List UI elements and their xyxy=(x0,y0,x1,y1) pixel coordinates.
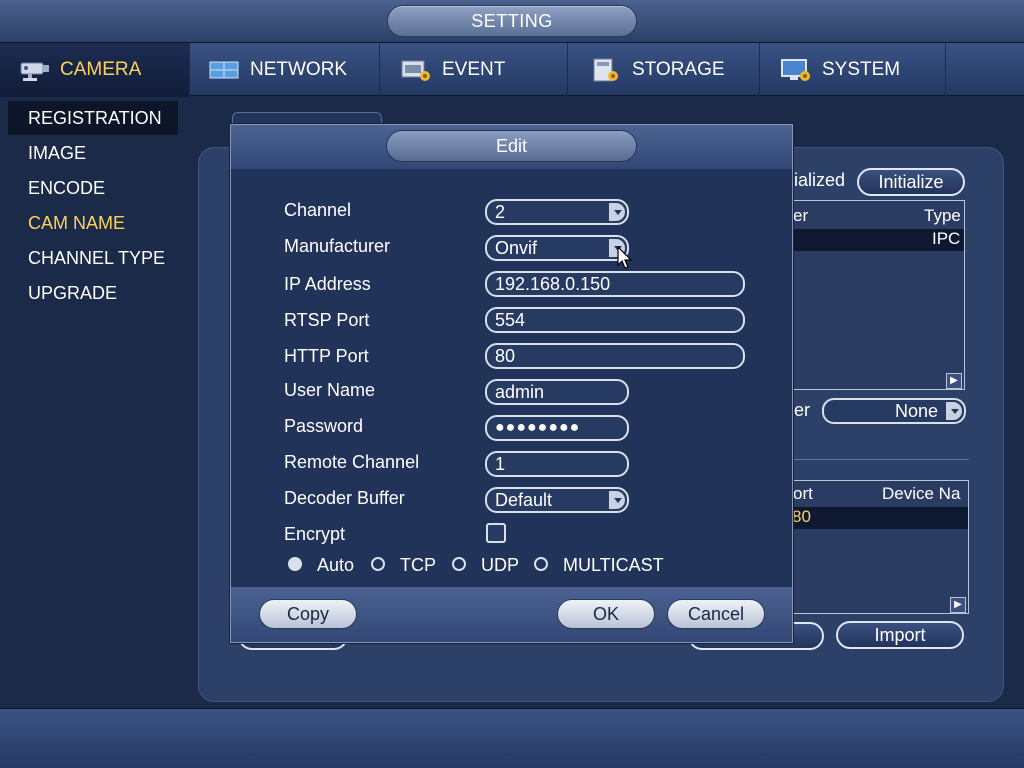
tab-camera-label: CAMERA xyxy=(60,59,142,80)
added-list-col-device: Device Na xyxy=(882,484,961,503)
chevron-down-icon xyxy=(946,402,962,420)
tab-network-label: NETWORK xyxy=(250,59,348,80)
initialized-status-text: ialized xyxy=(794,170,846,190)
manufacturer-label: Manufacturer xyxy=(284,236,391,256)
sidebar-item-channel-type[interactable]: CHANNEL TYPE xyxy=(8,241,178,275)
radio-auto-label: Auto xyxy=(317,555,355,575)
added-device-list: ort Device Na 80 ▶ xyxy=(792,480,969,614)
edit-dialog: Edit Channel 2 Manufacturer Onvif IP Add… xyxy=(230,124,793,643)
table-row[interactable]: 80 xyxy=(792,507,968,529)
sidebar-item-upgrade[interactable]: UPGRADE xyxy=(8,276,178,310)
camera-icon xyxy=(18,57,50,83)
device-list-row-type: IPC xyxy=(932,229,961,248)
radio-udp[interactable] xyxy=(452,557,466,571)
remote-channel-input[interactable] xyxy=(485,451,629,477)
divider xyxy=(793,459,969,460)
device-list-col-partial: er xyxy=(793,206,809,225)
top-title-bar: SETTING xyxy=(0,0,1024,42)
rtsp-port-label: RTSP Port xyxy=(284,310,370,330)
channel-label: Channel xyxy=(284,200,352,220)
table-row[interactable]: IPC xyxy=(794,229,964,251)
page-title: SETTING xyxy=(387,5,637,37)
radio-udp-label: UDP xyxy=(481,555,520,575)
dialog-header: Edit xyxy=(231,125,792,169)
password-mask: ●●●●●●●● xyxy=(495,419,581,436)
storage-icon xyxy=(590,57,622,83)
user-name-label: User Name xyxy=(284,380,376,400)
bottom-bar xyxy=(0,708,1024,768)
scroll-right-icon[interactable]: ▶ xyxy=(950,597,966,613)
radio-multicast[interactable] xyxy=(534,557,548,571)
decoder-buffer-label: Decoder Buffer xyxy=(284,488,405,508)
manufacturer-select-value: Onvif xyxy=(495,238,538,258)
http-port-input[interactable] xyxy=(485,343,745,369)
tab-storage-label: STORAGE xyxy=(632,59,725,80)
cancel-button[interactable]: Cancel xyxy=(667,599,765,629)
ip-address-input[interactable] xyxy=(485,271,745,297)
added-list-row-port: 80 xyxy=(792,507,811,526)
dialog-title: Edit xyxy=(386,130,637,162)
decoder-buffer-select[interactable]: Default xyxy=(485,487,629,513)
dvr-setting-screen: SETTING CAMERA NETWORK EVENT STORAGE SYS… xyxy=(0,0,1024,768)
encrypt-checkbox[interactable] xyxy=(486,523,506,543)
tab-network[interactable]: NETWORK xyxy=(190,43,380,97)
filter-select-value: None xyxy=(894,401,938,421)
chevron-down-icon xyxy=(609,203,625,221)
rtsp-port-input[interactable] xyxy=(485,307,745,333)
mouse-pointer-icon xyxy=(617,246,633,269)
channel-select-value: 2 xyxy=(495,202,506,222)
tab-event-label: EVENT xyxy=(442,59,506,80)
radio-auto[interactable] xyxy=(288,557,302,571)
event-icon xyxy=(400,57,432,83)
sidebar-item-encode[interactable]: ENCODE xyxy=(8,171,178,205)
sidebar: REGISTRATION IMAGE ENCODE CAM NAME CHANN… xyxy=(0,97,190,707)
tab-event[interactable]: EVENT xyxy=(380,43,568,97)
ok-button[interactable]: OK xyxy=(557,599,655,629)
import-button[interactable]: Import xyxy=(836,621,964,649)
remote-channel-label: Remote Channel xyxy=(284,452,420,472)
network-icon xyxy=(208,57,240,83)
scroll-right-icon[interactable]: ▶ xyxy=(946,373,962,389)
tab-storage[interactable]: STORAGE xyxy=(568,43,760,97)
initialize-button[interactable]: Initialize xyxy=(857,168,965,196)
manufacturer-select[interactable]: Onvif xyxy=(485,235,629,261)
system-icon xyxy=(780,57,812,83)
device-list: er Type IPC ▶ xyxy=(793,200,965,390)
tab-camera[interactable]: CAMERA xyxy=(0,43,190,97)
encrypt-label: Encrypt xyxy=(284,524,346,544)
filter-label-partial: er xyxy=(794,400,811,420)
radio-tcp[interactable] xyxy=(371,557,385,571)
copy-button[interactable]: Copy xyxy=(259,599,357,629)
decoder-buffer-select-value: Default xyxy=(495,490,553,510)
tab-system-label: SYSTEM xyxy=(822,59,901,80)
sidebar-item-image[interactable]: IMAGE xyxy=(8,136,178,170)
channel-select[interactable]: 2 xyxy=(485,199,629,225)
added-list-col-port: ort xyxy=(793,484,813,503)
password-input[interactable]: ●●●●●●●● xyxy=(485,415,629,441)
main-tab-bar: CAMERA NETWORK EVENT STORAGE SYSTEM xyxy=(0,42,1024,97)
radio-tcp-label: TCP xyxy=(400,555,436,575)
http-port-label: HTTP Port xyxy=(284,346,369,366)
radio-multicast-label: MULTICAST xyxy=(563,555,664,575)
tab-system[interactable]: SYSTEM xyxy=(760,43,946,97)
filter-select[interactable]: None xyxy=(822,398,966,424)
chevron-down-icon xyxy=(609,491,625,509)
device-list-col-type: Type xyxy=(924,206,961,225)
password-label: Password xyxy=(284,416,364,436)
user-name-input[interactable] xyxy=(485,379,629,405)
sidebar-item-cam-name[interactable]: CAM NAME xyxy=(8,206,178,240)
ip-address-label: IP Address xyxy=(284,274,371,294)
sidebar-item-registration[interactable]: REGISTRATION xyxy=(8,101,178,135)
